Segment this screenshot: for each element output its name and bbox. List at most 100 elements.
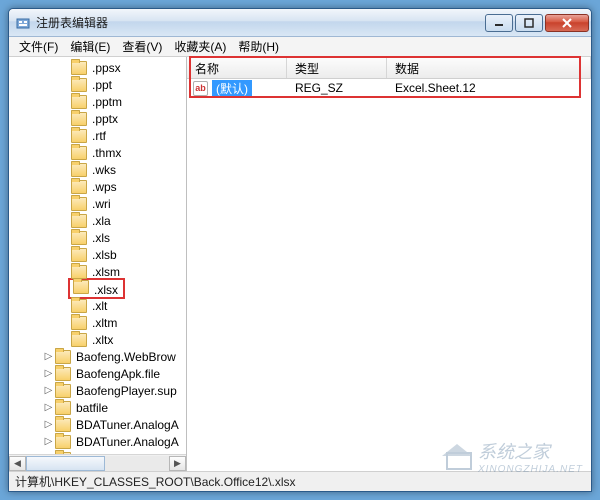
- tree-item-label: BDATuner.AnalogA: [74, 435, 181, 449]
- tree-hscrollbar[interactable]: ◀ ▶: [9, 454, 186, 471]
- app-icon: [15, 15, 31, 31]
- folder-icon: [71, 95, 87, 109]
- window-title: 注册表编辑器: [36, 14, 483, 31]
- folder-icon: [55, 350, 71, 364]
- tree-item[interactable]: ▷ BDATuner.AnalogA: [11, 416, 186, 433]
- tree-item[interactable]: .xls: [11, 229, 186, 246]
- registry-tree[interactable]: .ppsx.ppt .pptm .pptx.rtf .thmx.wks .wps .wri…: [9, 57, 186, 454]
- folder-icon: [71, 112, 87, 126]
- col-name[interactable]: 名称: [187, 57, 287, 78]
- tree-item[interactable]: ▷ BDATuner.AnalogA: [11, 433, 186, 450]
- tree-item-label: .ppsx: [90, 61, 123, 75]
- folder-icon: [55, 367, 71, 381]
- tree-item-label: .pptx: [90, 112, 120, 126]
- tree-item[interactable]: .wri: [11, 195, 186, 212]
- menu-file[interactable]: 文件(F): [13, 36, 64, 57]
- tree-item[interactable]: ▷Baofeng.WebBrow: [11, 348, 186, 365]
- tree-item[interactable]: .xla: [11, 212, 186, 229]
- expand-icon[interactable]: ▷: [43, 385, 54, 396]
- content-area: .ppsx.ppt .pptm .pptx.rtf .thmx.wks .wps .wri…: [9, 57, 591, 471]
- tree-item-label: BaofengApk.file: [74, 367, 162, 381]
- value-data: Excel.Sheet.12: [387, 81, 591, 95]
- tree-item-label: BaofengPlayer.sup: [74, 384, 179, 398]
- folder-icon: [55, 401, 71, 415]
- tree-item-label: .pptm: [90, 95, 124, 109]
- expand-icon: [59, 181, 70, 192]
- folder-icon: [55, 384, 71, 398]
- window-buttons: [483, 14, 589, 32]
- tree-item[interactable]: .ppsx: [11, 59, 186, 76]
- list-body[interactable]: ab (默认) REG_SZ Excel.Sheet.12: [187, 79, 591, 471]
- expand-icon: [59, 198, 70, 209]
- tree-item[interactable]: .ppt: [11, 76, 186, 93]
- tree-item[interactable]: ▷ batfile: [11, 399, 186, 416]
- tree-item-label: .xlsx: [92, 283, 120, 297]
- col-type[interactable]: 类型: [287, 57, 387, 78]
- regedit-window: 注册表编辑器 文件(F) 编辑(E) 查看(V) 收藏夹(A) 帮助(H) .p…: [8, 8, 592, 492]
- folder-icon: [71, 180, 87, 194]
- tree-item[interactable]: ▷ BaofengApk.file: [11, 365, 186, 382]
- expand-icon[interactable]: ▷: [43, 368, 54, 379]
- folder-icon: [73, 280, 89, 294]
- folder-icon: [71, 299, 87, 313]
- scroll-right-icon[interactable]: ▶: [169, 456, 186, 471]
- expand-icon: [59, 249, 70, 260]
- expand-icon: [59, 317, 70, 328]
- tree-item-label: .xltx: [90, 333, 115, 347]
- expand-icon: [59, 300, 70, 311]
- tree-item-label: .thmx: [90, 146, 123, 160]
- folder-icon: [71, 197, 87, 211]
- tree-item-label: .xltm: [90, 316, 119, 330]
- tree-item[interactable]: .pptm: [11, 93, 186, 110]
- tree-item[interactable]: .xlt: [11, 297, 186, 314]
- folder-icon: [71, 78, 87, 92]
- tree-item[interactable]: .xltx: [11, 331, 186, 348]
- tree-item-label: batfile: [74, 401, 110, 415]
- expand-icon[interactable]: ▷: [43, 419, 54, 430]
- maximize-button[interactable]: [515, 14, 543, 32]
- scroll-left-icon[interactable]: ◀: [9, 456, 26, 471]
- col-data[interactable]: 数据: [387, 57, 591, 78]
- menu-favorites[interactable]: 收藏夹(A): [168, 36, 232, 57]
- expand-icon: [59, 334, 70, 345]
- menu-view[interactable]: 查看(V): [116, 36, 168, 57]
- tree-item[interactable]: .rtf: [11, 127, 186, 144]
- list-header: 名称 类型 数据: [187, 57, 591, 79]
- folder-icon: [71, 316, 87, 330]
- menu-bar: 文件(F) 编辑(E) 查看(V) 收藏夹(A) 帮助(H): [9, 37, 591, 57]
- tree-item[interactable]: .xltm: [11, 314, 186, 331]
- tree-item-label: .xla: [90, 214, 113, 228]
- expand-icon[interactable]: ▷: [43, 436, 54, 447]
- tree-item-label: .wri: [90, 197, 113, 211]
- minimize-button[interactable]: [485, 14, 513, 32]
- scroll-track[interactable]: [26, 456, 169, 471]
- list-row[interactable]: ab (默认) REG_SZ Excel.Sheet.12: [187, 79, 591, 97]
- tree-item[interactable]: .wps: [11, 178, 186, 195]
- close-button[interactable]: [545, 14, 589, 32]
- expand-icon[interactable]: ▷: [43, 351, 54, 362]
- folder-icon: [71, 214, 87, 228]
- tree-item[interactable]: ▷ BaofengPlayer.sup: [11, 382, 186, 399]
- tree-pane: .ppsx.ppt .pptm .pptx.rtf .thmx.wks .wps .wri…: [9, 57, 187, 471]
- tree-item[interactable]: .pptx: [11, 110, 186, 127]
- menu-help[interactable]: 帮助(H): [232, 36, 285, 57]
- tree-item-label: .wps: [90, 180, 119, 194]
- tree-item[interactable]: .wks: [11, 161, 186, 178]
- title-bar[interactable]: 注册表编辑器: [9, 9, 591, 37]
- folder-icon: [71, 265, 87, 279]
- tree-item[interactable]: .xlsb: [11, 246, 186, 263]
- expand-icon: [59, 130, 70, 141]
- folder-icon: [55, 452, 71, 455]
- tree-item-label: BDATuner.AnalogA: [74, 418, 181, 432]
- folder-icon: [55, 435, 71, 449]
- expand-icon: [59, 232, 70, 243]
- tree-item-label: .xlsm: [90, 265, 122, 279]
- folder-icon: [71, 129, 87, 143]
- expand-icon: [59, 113, 70, 124]
- tree-item[interactable]: .thmx: [11, 144, 186, 161]
- menu-edit[interactable]: 编辑(E): [64, 36, 116, 57]
- tree-item[interactable]: .xlsx: [11, 280, 186, 297]
- scroll-thumb[interactable]: [26, 456, 105, 471]
- status-bar: 计算机\HKEY_CLASSES_ROOT\Back.Office12\.xls…: [9, 471, 591, 491]
- expand-icon[interactable]: ▷: [43, 402, 54, 413]
